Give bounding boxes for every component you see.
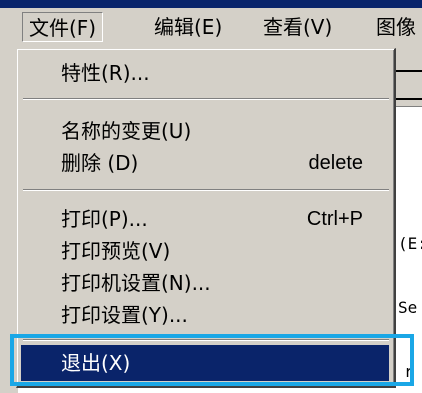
menu-item-shortcut: delete — [308, 152, 364, 174]
window-title-bar — [0, 0, 422, 8]
menu-item-label: 特性(R)... — [61, 61, 150, 85]
menu-item-printer-setup[interactable]: 打印机设置(N)... — [21, 265, 389, 301]
menu-item-rename[interactable]: 名称的变更(U) — [21, 113, 389, 149]
menu-item-label: 名称的变更(U) — [61, 119, 192, 143]
menu-item-label: 删除 (D) — [61, 151, 139, 175]
menu-image[interactable]: 图像 — [370, 12, 422, 42]
highlight-annotation-box — [10, 334, 414, 386]
menu-separator — [23, 98, 389, 100]
menu-item-properties[interactable]: 特性(R)... — [21, 55, 389, 91]
menu-item-shortcut: Ctrl+P — [306, 208, 363, 230]
menu-file[interactable]: 文件(F) — [22, 12, 104, 42]
menu-bar: 文件(F) 编辑(E) 查看(V) 图像 — [0, 8, 422, 49]
menu-item-label: 打印设置(Y)... — [61, 303, 188, 327]
menu-item-label: 打印机设置(N)... — [61, 271, 211, 295]
background-toolbar-button[interactable] — [392, 70, 422, 100]
menu-item-print-setup[interactable]: 打印设置(Y)... — [21, 297, 389, 333]
menu-item-delete[interactable]: 删除 (D) delete — [21, 145, 389, 181]
menu-edit[interactable]: 编辑(E) — [148, 12, 228, 42]
background-text: Se — [398, 298, 418, 317]
menu-view[interactable]: 查看(V) — [257, 12, 338, 42]
menu-item-print[interactable]: 打印(P)... Ctrl+P — [21, 201, 389, 237]
menu-item-label: 打印预览(V) — [61, 239, 171, 263]
menu-item-print-preview[interactable]: 打印预览(V) — [21, 233, 389, 269]
background-text: (E: — [398, 234, 422, 253]
menu-item-label: 打印(P)... — [61, 207, 148, 231]
menu-separator — [23, 189, 389, 191]
